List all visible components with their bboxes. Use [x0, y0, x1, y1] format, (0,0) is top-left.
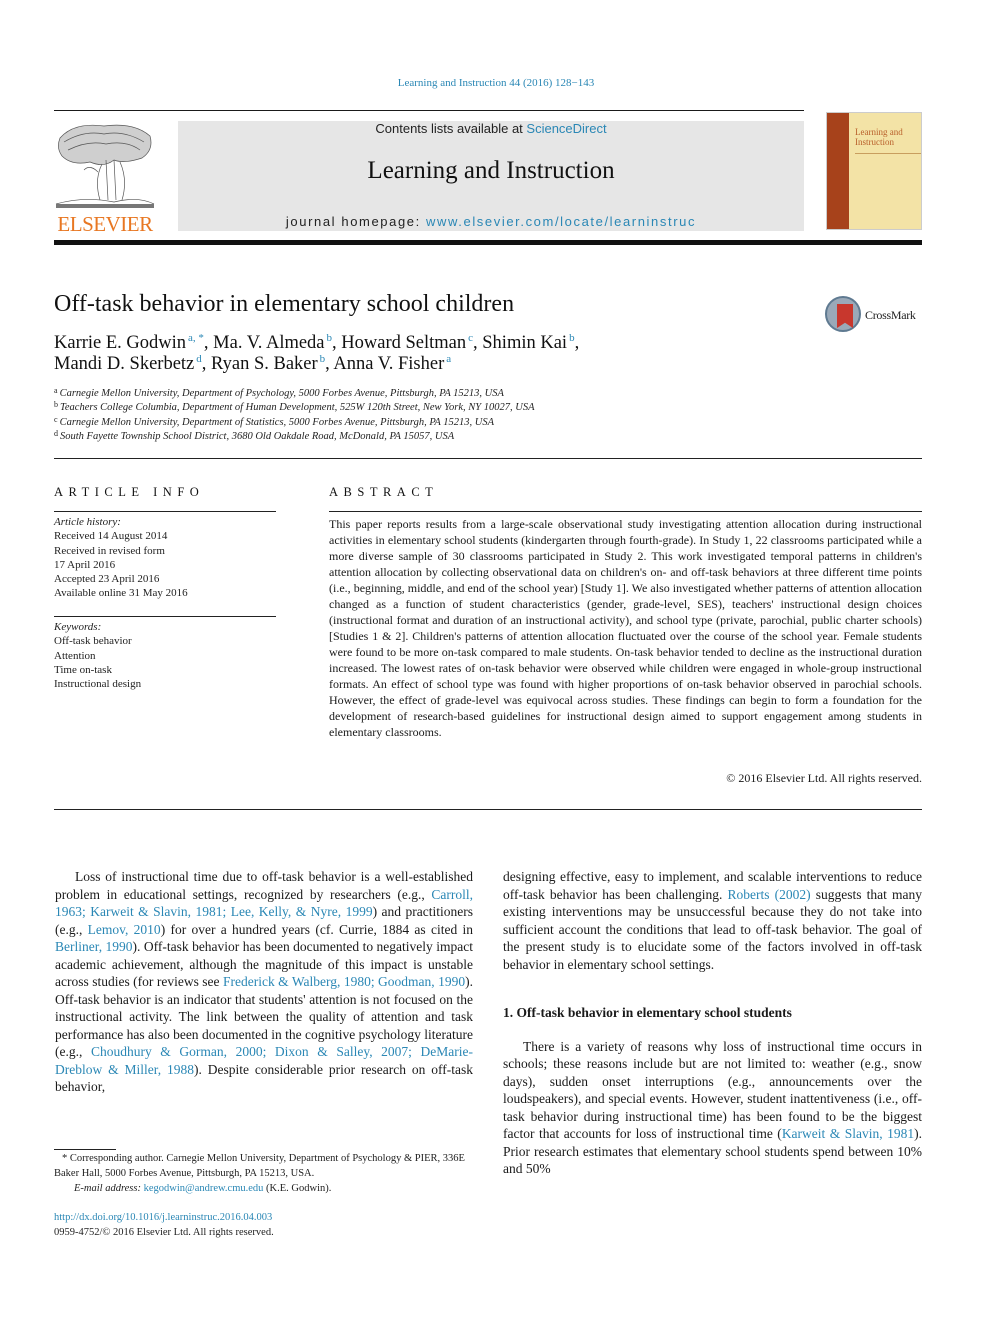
email-link[interactable]: kegodwin@andrew.cmu.edu	[144, 1183, 264, 1194]
citation-link[interactable]: Berliner, 1990	[55, 939, 133, 954]
crossmark-label: CrossMark	[865, 308, 916, 322]
cover-title-line-2: Instruction	[855, 137, 894, 147]
body-column-right: designing effective, easy to implement, …	[503, 868, 922, 1178]
author-name[interactable]: Ma. V. Almeda	[213, 333, 324, 353]
divider	[54, 616, 276, 617]
cover-title: Learning and Instruction	[855, 127, 903, 147]
divider	[54, 809, 922, 810]
body-column-left: Loss of instructional time due to off-ta…	[55, 868, 473, 1096]
doi-block: http://dx.doi.org/10.1016/j.learninstruc…	[54, 1210, 474, 1240]
author-affiliation-ref[interactable]: b	[569, 332, 575, 344]
keyword-item: Instructional design	[54, 678, 142, 691]
author-affiliation-ref[interactable]: b	[327, 332, 333, 344]
author-list: Karrie E. Godwin a, *, Ma. V. Almeda b, Ho…	[54, 332, 580, 375]
cover-spine	[827, 113, 849, 229]
abstract-text: This paper reports results from a large-…	[329, 517, 922, 739]
keyword-item: Attention	[54, 649, 96, 662]
issn-line: 0959-4752/© 2016 Elsevier Ltd. All right…	[54, 1227, 274, 1238]
journal-homepage-link[interactable]: www.elsevier.com/locate/learninstruc	[426, 214, 696, 229]
keywords-label: Keywords:	[54, 621, 102, 633]
email-note: E-mail address: kegodwin@andrew.cmu.edu …	[54, 1181, 474, 1196]
author-affiliation-ref[interactable]: a	[446, 353, 451, 365]
author-affiliation-ref[interactable]: b	[320, 353, 326, 365]
affiliation-item: d South Fayette Township School District,…	[54, 428, 455, 442]
history-item: Received 14 August 2014	[54, 530, 168, 543]
header-top-rule	[54, 110, 804, 111]
body-text: Loss of instructional time due to off-ta…	[55, 869, 473, 902]
cover-rule	[855, 153, 921, 154]
elsevier-logo[interactable]: ELSEVIER	[54, 120, 156, 236]
body-paragraph: Loss of instructional time due to off-ta…	[55, 868, 473, 1096]
elsevier-wordmark: ELSEVIER	[57, 212, 153, 236]
crossmark-button[interactable]: CrossMark	[825, 296, 925, 334]
cover-title-line-1: Learning and	[855, 127, 903, 137]
history-item: Available online 31 May 2016	[54, 587, 188, 600]
author-affiliation-ref[interactable]: a, *	[188, 332, 204, 344]
citation-link[interactable]: Roberts (2002)	[727, 887, 810, 902]
abstract-heading: ABSTRACT	[329, 485, 439, 499]
affiliation-item: b Teachers College Columbia, Department o…	[54, 400, 535, 414]
citation-link[interactable]: Frederick & Walberg, 1980; Goodman, 1990	[223, 974, 465, 989]
article-history: Article history: Received 14 August 2014…	[54, 515, 276, 601]
article-history-label: Article history:	[54, 516, 121, 528]
email-suffix: (K.E. Godwin).	[263, 1183, 332, 1194]
abstract-copyright: © 2016 Elsevier Ltd. All rights reserved…	[726, 771, 922, 785]
divider	[54, 458, 922, 459]
homepage-line: journal homepage: www.elsevier.com/locat…	[178, 214, 804, 229]
divider	[329, 511, 922, 512]
author-name[interactable]: Anna V. Fisher	[333, 354, 444, 374]
author-affiliation-ref[interactable]: d	[196, 353, 202, 365]
footnotes: * Corresponding author. Carnegie Mellon …	[54, 1151, 474, 1196]
affiliation-list: a Carnegie Mellon University, Department …	[54, 387, 754, 444]
affiliation-item: a Carnegie Mellon University, Department …	[54, 386, 504, 400]
homepage-prefix: journal homepage:	[285, 214, 427, 229]
sciencedirect-link[interactable]: ScienceDirect	[526, 121, 606, 136]
keyword-item: Off-task behavior	[54, 635, 132, 648]
divider	[54, 511, 276, 512]
author-name[interactable]: Mandi D. Skerbetz	[54, 354, 194, 374]
affiliation-item: c Carnegie Mellon University, Department …	[54, 414, 495, 428]
journal-name: Learning and Instruction	[367, 157, 615, 184]
history-item: Accepted 23 April 2016	[54, 573, 160, 586]
citation-link[interactable]: Karweit & Slavin, 1981	[782, 1126, 914, 1141]
keyword-item: Time on-task	[54, 663, 112, 676]
section-heading: 1. Off-task behavior in elementary schoo…	[503, 1005, 792, 1020]
author-name[interactable]: Howard Seltman	[341, 333, 466, 353]
history-item: Received in revised form	[54, 544, 165, 557]
article-info-heading: ARTICLE INFO	[54, 485, 205, 499]
contents-line: Contents lists available at ScienceDirec…	[178, 121, 804, 136]
footnote-rule	[54, 1149, 116, 1150]
author-name[interactable]: Karrie E. Godwin	[54, 333, 186, 353]
author-name[interactable]: Shimin Kai	[482, 333, 567, 353]
author-name[interactable]: Ryan S. Baker	[211, 354, 318, 374]
journal-citation-link[interactable]: Learning and Instruction 44 (2016) 128−1…	[0, 77, 992, 89]
article-title: Off-task behavior in elementary school c…	[54, 291, 515, 317]
history-item: 17 April 2016	[54, 558, 116, 571]
doi-link[interactable]: http://dx.doi.org/10.1016/j.learninstruc…	[54, 1212, 272, 1223]
corresponding-author-note: * Corresponding author. Carnegie Mellon …	[54, 1153, 465, 1179]
crossmark-icon	[825, 296, 861, 332]
author-affiliation-ref[interactable]: c	[468, 332, 473, 344]
citation-link[interactable]: Lemov, 2010	[88, 922, 161, 937]
contents-prefix: Contents lists available at	[375, 121, 527, 136]
journal-cover-thumbnail[interactable]: Learning and Instruction	[826, 112, 922, 230]
email-label: E-mail address:	[74, 1183, 144, 1194]
keywords: Keywords: Off-task behavior Attention Ti…	[54, 620, 276, 691]
elsevier-tree-icon	[54, 120, 156, 212]
journal-masthead: Contents lists available at ScienceDirec…	[178, 121, 804, 231]
header-bottom-rule	[54, 240, 922, 245]
body-text: ) for over a hun­dred years (cf. Currie,…	[160, 921, 473, 937]
body-paragraph: There is a variety of reasons why loss o…	[503, 1038, 922, 1178]
body-paragraph: designing effective, easy to implement, …	[503, 868, 922, 973]
